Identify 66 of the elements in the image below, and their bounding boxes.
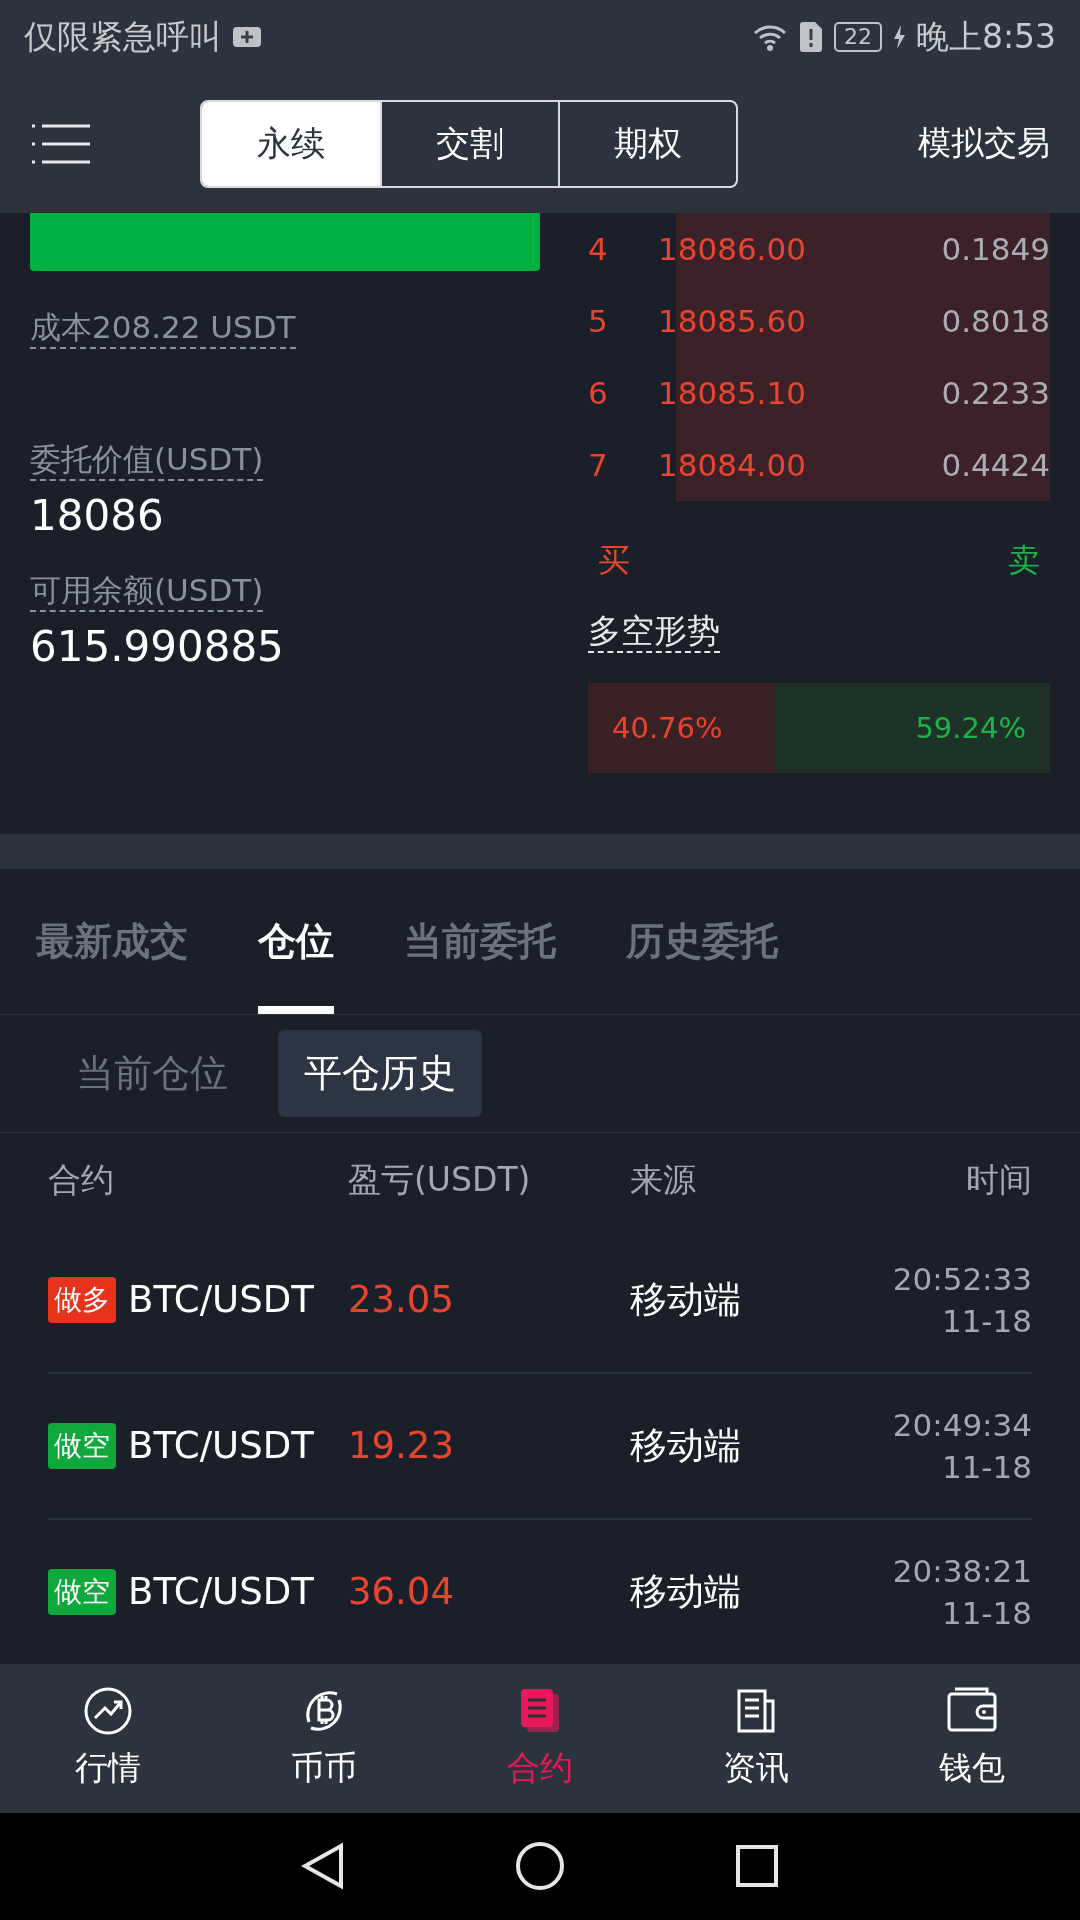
charging-icon	[891, 24, 906, 51]
trade-date: 11-18	[941, 1447, 1032, 1487]
source: 移动端	[630, 1422, 742, 1469]
trade-time: 20:49:34	[892, 1405, 1032, 1445]
contract-tab[interactable]: 交割	[380, 101, 558, 186]
order-value: 18086	[30, 491, 164, 541]
profit-loss: 36.04	[348, 1570, 455, 1614]
position-tab[interactable]: 平仓历史	[278, 1029, 482, 1117]
ask-price[interactable]: 18086.00	[658, 231, 806, 268]
contract-pair: BTC/USDT	[128, 1570, 314, 1614]
profit-loss: 19.23	[348, 1424, 455, 1468]
nav-tab[interactable]: 钱包	[864, 1663, 1080, 1813]
column-header: 合约	[48, 1158, 115, 1201]
side-tag: 做多	[48, 1276, 116, 1323]
alert-sim-icon	[797, 21, 824, 54]
home-icon	[515, 1841, 565, 1892]
sim-plus-icon	[232, 26, 262, 49]
recents-icon	[735, 1844, 779, 1889]
sell-label: 卖	[1008, 540, 1040, 582]
nav-tab[interactable]: 币币	[216, 1663, 432, 1813]
clock: 晚上8:53	[915, 15, 1056, 58]
status-text: 仅限紧急呼叫	[24, 15, 222, 58]
ask-price[interactable]: 18084.00	[658, 447, 806, 484]
buy-label: 买	[598, 540, 630, 582]
short-percent: 59.24%	[915, 711, 1026, 746]
row-number: 6	[588, 375, 609, 412]
row-number: 4	[588, 231, 609, 268]
source: 移动端	[630, 1568, 742, 1615]
cost-label: 成本208.22 USDT	[30, 307, 296, 350]
trade-time: 20:52:33	[892, 1259, 1032, 1299]
section-tab[interactable]: 仓位	[258, 868, 334, 1014]
long-percent: 40.76%	[612, 711, 723, 746]
available-balance-label: 可用余额(USDT)	[30, 570, 264, 613]
nav-tab[interactable]: 资讯	[648, 1663, 864, 1813]
column-header: 来源	[630, 1158, 697, 1201]
column-header: 盈亏(USDT)	[348, 1158, 532, 1201]
side-tag: 做空	[48, 1568, 116, 1615]
ask-price[interactable]: 18085.60	[658, 303, 806, 340]
contract-tab[interactable]: 永续	[202, 101, 380, 186]
contract-pair: BTC/USDT	[128, 1424, 314, 1468]
column-header: 时间	[966, 1158, 1032, 1201]
row-number: 5	[588, 303, 609, 340]
menu-icon	[30, 123, 90, 164]
ask-price[interactable]: 18085.10	[658, 375, 806, 412]
contract-pair: BTC/USDT	[128, 1278, 314, 1322]
battery-level: 22	[833, 22, 882, 53]
demo-trading-link[interactable]: 模拟交易	[918, 121, 1050, 167]
ask-amount: 0.2233	[941, 375, 1050, 412]
order-value-label: 委托价值(USDT)	[30, 439, 264, 482]
long-short-ratio-label: 多空形势	[588, 611, 720, 654]
ask-amount: 0.1849	[941, 231, 1050, 268]
nav-tab[interactable]: 行情	[0, 1663, 216, 1813]
source: 移动端	[630, 1276, 742, 1323]
trade-time: 20:38:21	[892, 1551, 1032, 1591]
chart-trend-icon	[83, 1685, 133, 1736]
side-tag: 做空	[48, 1422, 116, 1469]
ask-amount: 0.8018	[941, 303, 1050, 340]
ask-amount: 0.4424	[941, 447, 1050, 484]
contract-tab[interactable]: 期权	[558, 101, 736, 186]
sell-button[interactable]	[30, 213, 540, 272]
available-balance: 615.990885	[30, 622, 284, 672]
trade-date: 11-18	[941, 1301, 1032, 1341]
back-icon	[301, 1842, 345, 1891]
profit-loss: 23.05	[348, 1278, 455, 1322]
trade-date: 11-18	[941, 1593, 1032, 1633]
row-number: 7	[588, 447, 609, 484]
